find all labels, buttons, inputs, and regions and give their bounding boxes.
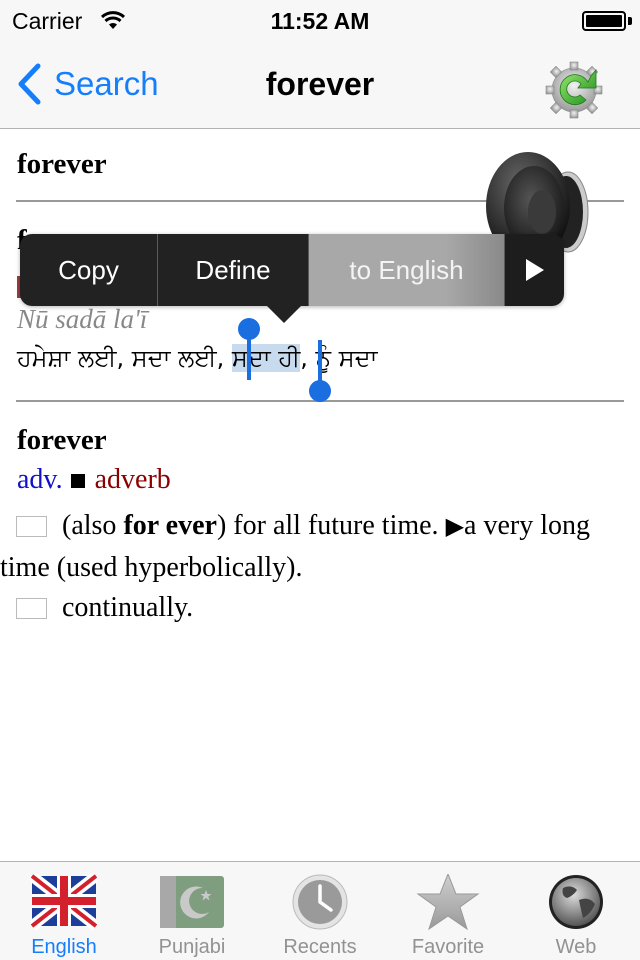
transliteration: Nū sadā la'ī	[17, 304, 148, 334]
sense-2: continually.	[0, 587, 600, 628]
tab-label: English	[31, 936, 97, 958]
entry-headword: forever	[17, 424, 107, 456]
menu-pointer	[266, 305, 302, 323]
sense-text: (also	[62, 510, 124, 541]
sense-1: (also for ever) for all future time. ▶a …	[0, 505, 600, 588]
refresh-settings-icon[interactable]	[542, 52, 610, 120]
pos-full: adverb	[94, 464, 171, 495]
square-bullet-icon	[70, 473, 85, 488]
pakistan-flag-icon	[160, 876, 224, 928]
sense-text: continually.	[62, 592, 194, 623]
tab-label: Web	[555, 936, 597, 958]
uk-flag-icon	[31, 874, 97, 930]
clock-icon	[292, 874, 348, 930]
play-arrow-icon	[525, 259, 544, 281]
back-label: Search	[54, 65, 159, 102]
selection-end-handle[interactable]	[309, 380, 331, 402]
entry-headword: forever	[17, 148, 107, 180]
back-button[interactable]: Search	[16, 60, 159, 108]
triangle-marker-icon: ▶	[445, 512, 465, 540]
status-time: 11:52 AM	[270, 8, 370, 34]
chevron-left-icon	[18, 63, 41, 105]
punjabi-text: , ਨੂੰ ਸਦਾ	[300, 344, 378, 372]
pos-abbreviation: adv.	[17, 464, 63, 495]
part-of-speech: adv. adverb	[17, 464, 171, 496]
tab-web[interactable]: Web	[512, 862, 640, 960]
tab-label: Punjabi	[158, 936, 226, 958]
text-edit-menu: Copy Define to English	[20, 234, 564, 306]
selected-text[interactable]: ਸਦਾ ਹੀ	[231, 344, 301, 372]
to-english-menu-item[interactable]: to English	[309, 234, 505, 306]
star-icon	[416, 874, 480, 930]
tab-bar: English Punjabi Recents Favorite Web	[0, 861, 640, 960]
tab-recents[interactable]: Recents	[256, 862, 384, 960]
tab-english[interactable]: English	[0, 862, 128, 960]
sense-text: ) for all future time.	[216, 510, 446, 541]
status-bar: Carrier 11:52 AM	[0, 0, 640, 40]
selection-end-caret	[318, 340, 322, 384]
sense-bold-text: for ever	[123, 510, 217, 541]
tab-punjabi[interactable]: Punjabi	[128, 862, 256, 960]
punjabi-translation[interactable]: ਹਮੇਸ਼ਾ ਲਈ, ਸਦਾ ਲਈ, ਸਦਾ ਹੀ, ਨੂੰ ਸਦਾ	[17, 344, 377, 372]
globe-icon	[549, 875, 603, 929]
battery-tip	[628, 17, 632, 25]
navigation-bar: Search forever	[0, 40, 640, 129]
more-menu-button[interactable]	[505, 234, 564, 306]
selection-start-caret	[247, 336, 251, 380]
sense-checkbox[interactable]	[16, 516, 47, 537]
copy-menu-item[interactable]: Copy	[20, 234, 158, 306]
battery-icon	[582, 11, 626, 31]
sense-checkbox[interactable]	[16, 598, 47, 619]
punjabi-text: ਹਮੇਸ਼ਾ ਲਈ, ਸਦਾ ਲਈ,	[17, 344, 232, 372]
define-menu-item[interactable]: Define	[158, 234, 309, 306]
tab-label: Recents	[283, 936, 357, 958]
tab-favorite[interactable]: Favorite	[384, 862, 512, 960]
tab-label: Favorite	[411, 936, 485, 958]
